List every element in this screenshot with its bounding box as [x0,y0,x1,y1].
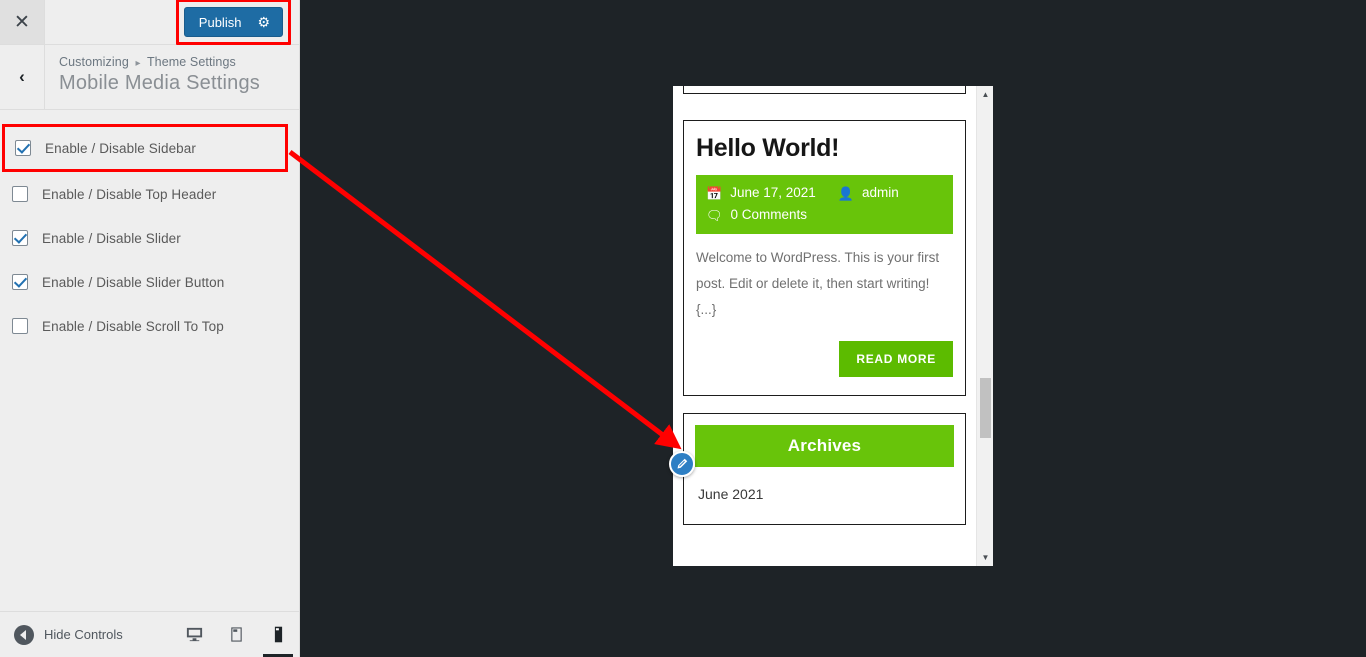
breadcrumb-separator-icon: ▸ [135,58,141,69]
preview-scrollbar[interactable]: ▲ ▼ [976,86,993,566]
site-preview-content: Hello World! 📅 June 17, 2021 👤 admin 🗨 0… [673,86,976,566]
customizer-panel-header: ‹ Customizing ▸ Theme Settings Mobile Me… [0,45,299,110]
checkbox-sidebar[interactable] [15,140,31,156]
post-meta-bar: 📅 June 17, 2021 👤 admin 🗨 0 Comments [696,175,953,234]
customizer-footer: Hide Controls [0,611,299,657]
control-row-top-header[interactable]: Enable / Disable Top Header [0,172,299,216]
post-comments: 🗨 0 Comments [706,204,807,226]
calendar-icon: 📅 [706,185,723,201]
post-author: 👤 admin [838,182,899,204]
checkbox-slider-button[interactable] [12,274,28,290]
post-card: Hello World! 📅 June 17, 2021 👤 admin 🗨 0… [683,120,966,397]
back-chevron-icon[interactable]: ‹ [0,45,45,109]
clipped-card-above [683,86,966,94]
archives-widget-item[interactable]: June 2021 [695,486,954,502]
control-label-slider-button: Enable / Disable Slider Button [42,274,225,290]
customizer-controls-body: Enable / Disable Sidebar Enable / Disabl… [0,111,299,611]
hide-controls-button[interactable]: Hide Controls [0,624,123,645]
customizer-topbar: ✕ Publish ⚙ [0,0,299,45]
archives-widget: Archives June 2021 [683,413,966,526]
panel-titles: Customizing ▸ Theme Settings Mobile Medi… [45,45,260,109]
control-row-sidebar[interactable]: Enable / Disable Sidebar [2,124,288,172]
read-more-button[interactable]: READ MORE [839,341,953,378]
breadcrumb-current[interactable]: Theme Settings [147,55,236,69]
control-row-slider-button[interactable]: Enable / Disable Slider Button [0,260,299,304]
scrollbar-down-arrow[interactable]: ▼ [977,549,993,566]
close-icon[interactable]: ✕ [0,0,45,44]
customizer-sidebar: ✕ Publish ⚙ ‹ Customizing ▸ Theme Settin… [0,0,300,657]
customizer-screen: Hello World! 📅 June 17, 2021 👤 admin 🗨 0… [0,0,1366,657]
read-more-row: READ MORE [696,341,953,378]
controls-list: Enable / Disable Sidebar Enable / Disabl… [0,111,299,348]
control-label-scroll-to-top: Enable / Disable Scroll To Top [42,318,224,334]
post-meta-line-2: 🗨 0 Comments [706,204,945,226]
desktop-icon[interactable] [173,612,215,657]
checkbox-top-header[interactable] [12,186,28,202]
comments-icon: 🗨 [706,207,723,223]
preview-frame-bottom-strip [673,566,976,572]
collapse-arrow-icon [14,624,34,645]
post-comments-text: 0 Comments [730,207,808,223]
post-meta-line-1: 📅 June 17, 2021 👤 admin [706,182,945,204]
publish-button-label: Publish [198,14,242,30]
checkbox-scroll-to-top[interactable] [12,318,28,334]
mobile-preview-frame: Hello World! 📅 June 17, 2021 👤 admin 🗨 0… [673,86,993,566]
breadcrumb: Customizing ▸ Theme Settings [59,55,260,69]
gear-icon[interactable]: ⚙ [257,15,270,29]
post-author-text: admin [861,185,899,200]
page-title: Mobile Media Settings [59,72,260,94]
archives-widget-title: Archives [695,425,954,468]
publish-highlight-box: Publish ⚙ [175,0,291,45]
control-row-slider[interactable]: Enable / Disable Slider [0,216,299,260]
post-excerpt: Welcome to WordPress. This is your first… [696,249,940,318]
control-row-scroll-to-top[interactable]: Enable / Disable Scroll To Top [0,304,299,348]
control-label-sidebar: Enable / Disable Sidebar [45,140,196,156]
breadcrumb-root[interactable]: Customizing [59,55,129,69]
pencil-icon[interactable] [669,451,695,477]
control-label-top-header: Enable / Disable Top Header [42,186,217,202]
device-preview-buttons [173,612,299,657]
user-icon: 👤 [837,185,854,201]
preview-area: Hello World! 📅 June 17, 2021 👤 admin 🗨 0… [300,0,1366,657]
mobile-icon[interactable] [257,612,299,657]
control-label-slider: Enable / Disable Slider [42,230,181,246]
scrollbar-thumb[interactable] [980,378,991,438]
hide-controls-label: Hide Controls [44,627,123,642]
publish-button[interactable]: Publish ⚙ [183,7,283,37]
post-date-text: June 17, 2021 [730,185,816,200]
scrollbar-up-arrow[interactable]: ▲ [977,86,993,103]
checkbox-slider[interactable] [12,230,28,246]
post-title: Hello World! [696,134,840,162]
tablet-icon[interactable] [215,612,257,657]
post-date: 📅 June 17, 2021 [706,182,816,204]
